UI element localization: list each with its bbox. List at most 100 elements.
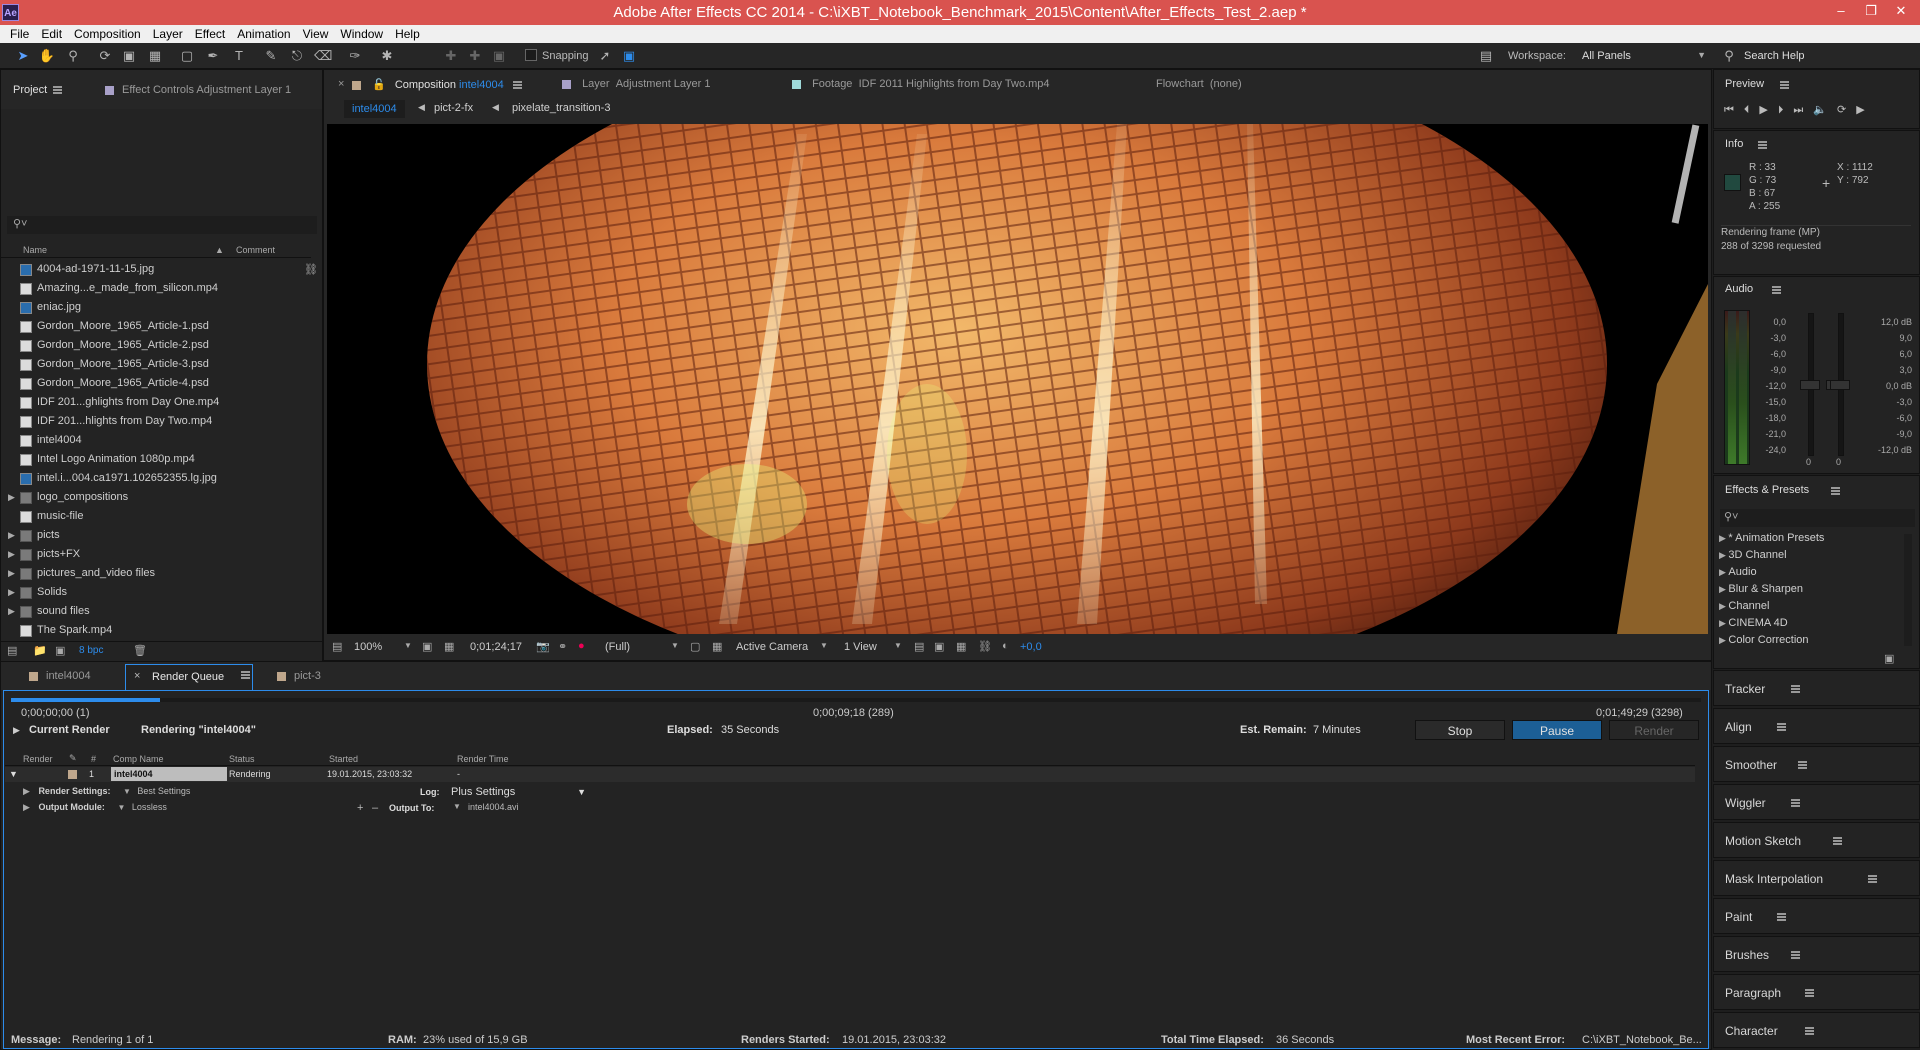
panel-motion-sketch[interactable]: Motion Sketch [1713, 822, 1920, 858]
clone-stamp-tool-icon[interactable]: ⎋ [288, 47, 306, 65]
new-composition-icon[interactable]: ▣ [55, 644, 65, 657]
panel-menu-icon[interactable] [1868, 875, 1877, 883]
new-folder-icon[interactable]: 📁 [33, 644, 47, 657]
snap-features-icon[interactable]: ▣ [620, 47, 638, 65]
panel-menu-icon[interactable] [1791, 799, 1800, 807]
menu-view[interactable]: View [297, 27, 335, 41]
project-item[interactable]: 4004-ad-1971-11-15.jpg [1, 260, 301, 279]
show-snapshot-icon[interactable]: ⚭ [558, 640, 567, 653]
selection-tool-icon[interactable]: ➤ [14, 47, 32, 65]
panel-menu-icon[interactable] [1777, 913, 1786, 921]
pause-button[interactable]: Pause [1512, 720, 1602, 740]
close-icon[interactable]: ✕ [1886, 0, 1916, 22]
project-item[interactable]: ▶ Solids [1, 583, 301, 602]
panel-menu-icon[interactable] [1805, 989, 1814, 997]
collapse-row-icon[interactable]: ▼ [9, 769, 18, 779]
region-of-interest-icon[interactable]: ▢ [690, 640, 700, 653]
output-to-value[interactable]: intel4004.avi [468, 802, 519, 812]
local-axis-icon[interactable]: ✚ [442, 47, 460, 65]
snapshot-icon[interactable]: 📷 [536, 640, 550, 653]
audio-slider-right-handle[interactable] [1830, 380, 1850, 390]
zoom-value[interactable]: 100% [354, 641, 382, 653]
effects-category[interactable]: ▶ 3D Channel [1719, 549, 1787, 561]
text-tool-icon[interactable]: T [230, 47, 248, 65]
effects-category[interactable]: ▶ Audio [1719, 566, 1757, 578]
menu-help[interactable]: Help [389, 27, 426, 41]
panel-menu-icon[interactable] [512, 81, 522, 90]
expand-output-module-icon[interactable]: ▶ [23, 802, 30, 812]
chevron-down-icon[interactable]: ▼ [453, 802, 461, 811]
project-item[interactable]: ▶ pictures_and_video files [1, 564, 301, 583]
expand-folder-icon[interactable]: ▶ [8, 545, 15, 564]
puppet-tool-icon[interactable]: ✱ [378, 47, 396, 65]
col-render[interactable]: Render [23, 754, 53, 764]
label-color-icon[interactable] [68, 770, 77, 779]
exposure-icon[interactable]: ◐ [1002, 640, 1009, 652]
composition-canvas[interactable] [327, 124, 1708, 634]
menu-animation[interactable]: Animation [231, 27, 296, 41]
col-started[interactable]: Started [329, 754, 358, 764]
tab-project[interactable]: Project [13, 84, 63, 96]
col-status[interactable]: Status [229, 754, 255, 764]
project-item[interactable]: The Spark.mp4 [1, 621, 301, 640]
pan-behind-tool-icon[interactable]: ▦ [146, 47, 164, 65]
chevron-down-icon[interactable]: ▼ [894, 641, 902, 650]
expand-folder-icon[interactable]: ▶ [8, 564, 15, 583]
expand-category-icon[interactable]: ▶ [1719, 567, 1728, 577]
col-number[interactable]: # [91, 754, 96, 764]
panel-menu-icon[interactable] [1833, 837, 1842, 845]
project-item[interactable]: Amazing...e_made_from_silicon.mp4 [1, 279, 301, 298]
effects-category[interactable]: ▶ CINEMA 4D [1719, 617, 1788, 629]
bpc-toggle[interactable]: 8 bpc [79, 645, 103, 656]
tag-icon[interactable]: ✎ [69, 753, 77, 764]
expand-folder-icon[interactable]: ▶ [8, 488, 15, 507]
effects-category[interactable]: ▶ Blur & Sharpen [1719, 583, 1803, 595]
timeline-icon[interactable]: ▦ [956, 640, 966, 653]
expand-category-icon[interactable]: ▶ [1719, 618, 1728, 628]
effects-category[interactable]: ▶ Color Correction [1719, 634, 1809, 646]
panel-menu-icon[interactable] [1798, 761, 1807, 769]
always-preview-icon[interactable]: ▤ [332, 640, 342, 653]
remove-output-icon[interactable]: – [372, 802, 378, 814]
expand-folder-icon[interactable]: ▶ [8, 583, 15, 602]
chevron-down-icon[interactable]: ▼ [123, 787, 131, 796]
world-axis-icon[interactable]: ✚ [466, 47, 484, 65]
hand-tool-icon[interactable]: ✋ [38, 47, 56, 65]
expand-category-icon[interactable]: ▶ [1719, 533, 1728, 543]
panel-menu-icon[interactable] [1772, 286, 1781, 294]
prev-frame-icon[interactable]: ⏴ [1744, 104, 1760, 116]
render-button[interactable]: Render [1609, 720, 1699, 740]
project-item[interactable]: eniac.jpg [1, 298, 301, 317]
panel-character[interactable]: Character [1713, 1012, 1920, 1048]
menu-window[interactable]: Window [334, 27, 389, 41]
chevron-down-icon[interactable]: ▼ [404, 641, 412, 650]
zoom-tool-icon[interactable]: ⚲ [64, 47, 82, 65]
project-item[interactable]: Gordon_Moore_1965_Article-3.psd [1, 355, 301, 374]
snap-edges-icon[interactable]: ➚ [596, 47, 614, 65]
project-item[interactable]: Gordon_Moore_1965_Article-2.psd [1, 336, 301, 355]
panel-menu-icon[interactable] [1777, 723, 1786, 731]
panel-menu-icon[interactable] [1805, 1027, 1814, 1035]
panel-wiggler[interactable]: Wiggler [1713, 784, 1920, 820]
minimize-icon[interactable]: – [1826, 0, 1856, 22]
breadcrumb-intel4004[interactable]: intel4004 [344, 100, 405, 118]
fit-icon[interactable]: ▣ [422, 640, 432, 653]
project-item[interactable]: intel4004 [1, 431, 301, 450]
project-item[interactable]: IDF 201...ghlights from Day One.mp4 [1, 393, 301, 412]
breadcrumb-pixelate-transition[interactable]: pixelate_transition-3 [512, 102, 610, 114]
panel-align[interactable]: Align [1713, 708, 1920, 744]
panel-paint[interactable]: Paint [1713, 898, 1920, 934]
fast-previews-icon[interactable]: ▣ [934, 640, 944, 653]
stop-button[interactable]: Stop [1415, 720, 1505, 740]
panel-menu-icon[interactable] [53, 86, 63, 95]
tab-layer[interactable]: Layer Adjustment Layer 1 [562, 78, 711, 90]
camera-value[interactable]: Active Camera [736, 641, 808, 653]
project-search-input[interactable]: ⚲˅ [7, 216, 317, 234]
camera-tool-icon[interactable]: ▣ [120, 47, 138, 65]
ram-preview-icon[interactable]: ▶ [1856, 104, 1874, 116]
loop-icon[interactable]: ⟳ [1837, 104, 1856, 116]
brush-tool-icon[interactable]: ✎ [262, 47, 280, 65]
menu-layer[interactable]: Layer [147, 27, 189, 41]
rotate-tool-icon[interactable]: ⟳ [96, 47, 114, 65]
project-item[interactable]: Gordon_Moore_1965_Article-1.psd [1, 317, 301, 336]
